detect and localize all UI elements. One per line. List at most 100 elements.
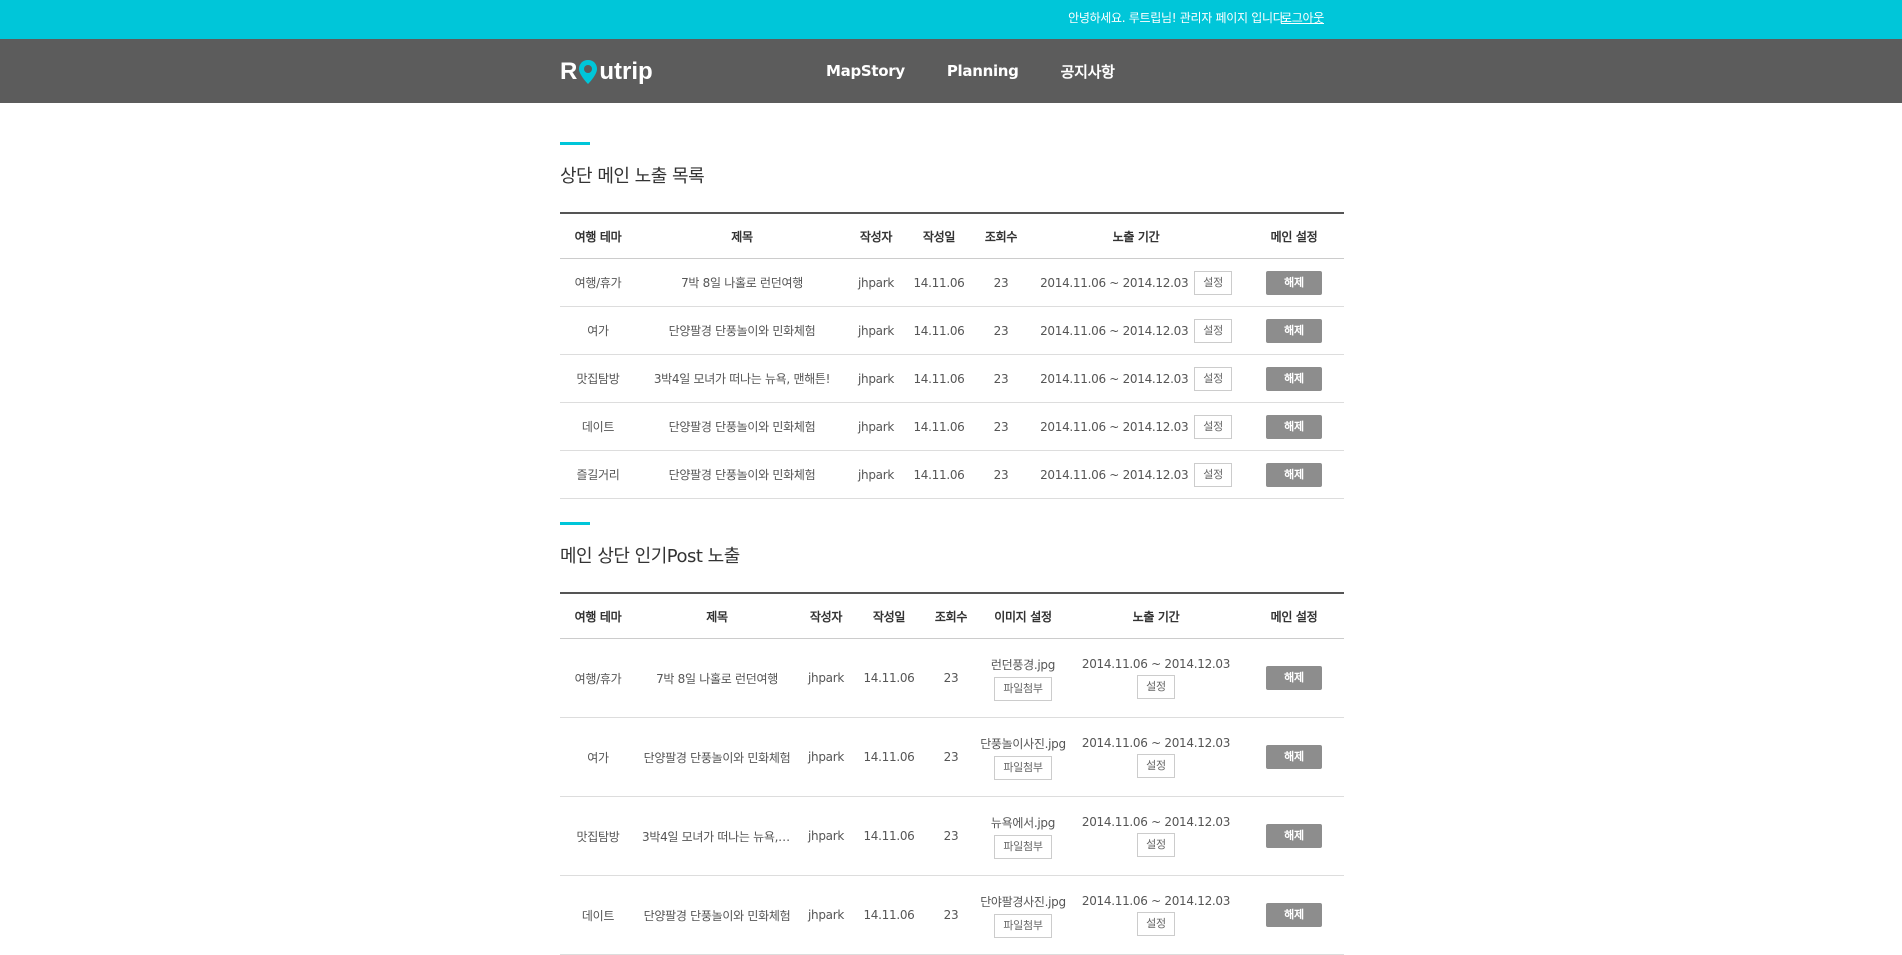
unset-button[interactable]: 해제 [1266,414,1322,439]
period-text: 2014.11.06 ~ 2014.12.03 [1040,467,1189,482]
cell-title[interactable]: 3박4일 모녀가 떠나는 뉴욕, 맨해튼! [636,354,848,403]
cell-author: jhpark [848,450,904,499]
period-set-button[interactable]: 설정 [1194,270,1232,295]
col-period: 노출 기간 [1028,213,1244,259]
cell-title[interactable]: 단양팔경 단풍놀이와 민화체험 [636,306,848,355]
popular-post-section: 메인 상단 인기Post 노출 여행 테마 제목 작성자 작성일 조회수 이미지… [560,522,1344,955]
table-row: 즐길거리 단양팔경 단풍놀이와 민화체험 jhpark 14.11.06 23 … [560,450,1344,499]
unset-button[interactable]: 해제 [1266,745,1322,769]
main-exposure-section: 상단 메인 노출 목록 여행 테마 제목 작성자 작성일 조회수 노출 기간 메… [560,142,1344,499]
cell-date: 14.11.06 [904,354,974,403]
cell-period: 2014.11.06 ~ 2014.12.03 설정 [1068,717,1244,797]
cell-theme: 여가 [560,306,636,355]
nav-notice[interactable]: 공지사항 [1061,61,1115,82]
routrip-logo[interactable]: R utrip [560,58,653,86]
unset-button[interactable]: 해제 [1266,318,1322,343]
cell-title[interactable]: 7박 8일 나홀로 런던여행 [636,638,798,718]
image-filename: 뉴욕에서.jpg [990,815,1056,830]
col-views: 조회수 [924,593,978,639]
file-attach-button[interactable]: 파일첨부 [994,676,1052,701]
cell-title[interactable]: 단양팔경 단풍놀이와 민화체험 [636,450,848,499]
cell-date: 14.11.06 [904,450,974,499]
cell-date: 14.11.06 [854,796,924,876]
period-set-button[interactable]: 설정 [1137,754,1175,778]
title-accent-bar [560,522,590,525]
period-text: 2014.11.06 ~ 2014.12.03 [1081,894,1231,908]
cell-title[interactable]: 7박 8일 나홀로 런던여행 [636,258,848,307]
file-attach-button[interactable]: 파일첨부 [994,755,1052,780]
logo-text-right: utrip [599,58,653,85]
period-text: 2014.11.06 ~ 2014.12.03 [1040,371,1189,386]
col-author: 작성자 [848,213,904,259]
period-set-button[interactable]: 설정 [1137,833,1175,857]
file-attach-button[interactable]: 파일첨부 [994,913,1052,938]
col-views: 조회수 [974,213,1028,259]
unset-button[interactable]: 해제 [1266,270,1322,295]
cell-period: 2014.11.06 ~ 2014.12.03 설정 [1068,796,1244,876]
cell-main-setting: 해제 [1244,796,1344,876]
unset-button[interactable]: 해제 [1266,462,1322,487]
cell-image-setting: 단야팔경사진.jpg 파일첨부 [978,875,1068,955]
cell-period: 2014.11.06 ~ 2014.12.03 설정 [1028,354,1244,403]
cell-title[interactable]: 단양팔경 단풍놀이와 민화체험 [636,402,848,451]
cell-main-setting: 해제 [1244,354,1344,403]
logout-link[interactable]: 로그아웃 [1281,0,1324,36]
unset-button[interactable]: 해제 [1266,666,1322,690]
cell-title[interactable]: 3박4일 모녀가 떠나는 뉴욕, 맨해튼! [636,796,798,876]
image-filename: 단야팔경사진.jpg [980,894,1066,909]
cell-views: 23 [924,796,978,876]
period-text: 2014.11.06 ~ 2014.12.03 [1040,419,1189,434]
cell-main-setting: 해제 [1244,717,1344,797]
period-text: 2014.11.06 ~ 2014.12.03 [1081,657,1231,671]
cell-title[interactable]: 단양팔경 단풍놀이와 민화체험 [636,875,798,955]
unset-button[interactable]: 해제 [1266,366,1322,391]
cell-theme: 여가 [560,717,636,797]
period-set-button[interactable]: 설정 [1194,318,1232,343]
unset-button[interactable]: 해제 [1266,903,1322,927]
cell-author: jhpark [848,354,904,403]
cell-views: 23 [924,638,978,718]
cell-author: jhpark [798,875,854,955]
popular-post-table: 여행 테마 제목 작성자 작성일 조회수 이미지 설정 노출 기간 메인 설정 … [560,592,1344,955]
cell-period: 2014.11.06 ~ 2014.12.03 설정 [1028,450,1244,499]
cell-main-setting: 해제 [1244,875,1344,955]
map-pin-icon [578,59,598,85]
unset-button[interactable]: 해제 [1266,824,1322,848]
cell-period: 2014.11.06 ~ 2014.12.03 설정 [1028,258,1244,307]
cell-date: 14.11.06 [854,638,924,718]
cell-date: 14.11.06 [854,717,924,797]
period-set-button[interactable]: 설정 [1194,366,1232,391]
period-set-button[interactable]: 설정 [1137,675,1175,699]
cell-period: 2014.11.06 ~ 2014.12.03 설정 [1068,875,1244,955]
cell-theme: 여행/휴가 [560,638,636,718]
cell-author: jhpark [848,306,904,355]
nav-planning[interactable]: Planning [947,62,1019,80]
primary-nav: MapStory Planning 공지사항 [826,39,1157,103]
table-row: 맛집탐방 3박4일 모녀가 떠나는 뉴욕, 맨해튼! jhpark 14.11.… [560,796,1344,876]
cell-author: jhpark [848,258,904,307]
cell-theme: 데이트 [560,402,636,451]
period-set-button[interactable]: 설정 [1194,462,1232,487]
period-set-button[interactable]: 설정 [1194,414,1232,439]
table-row: 여행/휴가 7박 8일 나홀로 런던여행 jhpark 14.11.06 23 … [560,258,1344,307]
cell-image-setting: 런던풍경.jpg 파일첨부 [978,638,1068,718]
col-title: 제목 [636,593,798,639]
cell-main-setting: 해제 [1244,450,1344,499]
file-attach-button[interactable]: 파일첨부 [994,834,1052,859]
period-set-button[interactable]: 설정 [1137,912,1175,936]
cell-date: 14.11.06 [904,258,974,307]
cell-author: jhpark [848,402,904,451]
col-main-setting: 메인 설정 [1244,593,1344,639]
nav-mapstory[interactable]: MapStory [826,62,905,80]
cell-views: 23 [974,450,1028,499]
cell-main-setting: 해제 [1244,638,1344,718]
cell-main-setting: 해제 [1244,402,1344,451]
cell-views: 23 [974,354,1028,403]
cell-theme: 맛집탐방 [560,354,636,403]
cell-title[interactable]: 단양팔경 단풍놀이와 민화체험 [636,717,798,797]
table-row: 맛집탐방 3박4일 모녀가 떠나는 뉴욕, 맨해튼! jhpark 14.11.… [560,354,1344,403]
cell-period: 2014.11.06 ~ 2014.12.03 설정 [1028,306,1244,355]
cell-author: jhpark [798,717,854,797]
top-utility-bar: 안녕하세요. 루트립님! 관리자 페이지 입니다. 로그아웃 [0,0,1902,39]
col-date: 작성일 [904,213,974,259]
